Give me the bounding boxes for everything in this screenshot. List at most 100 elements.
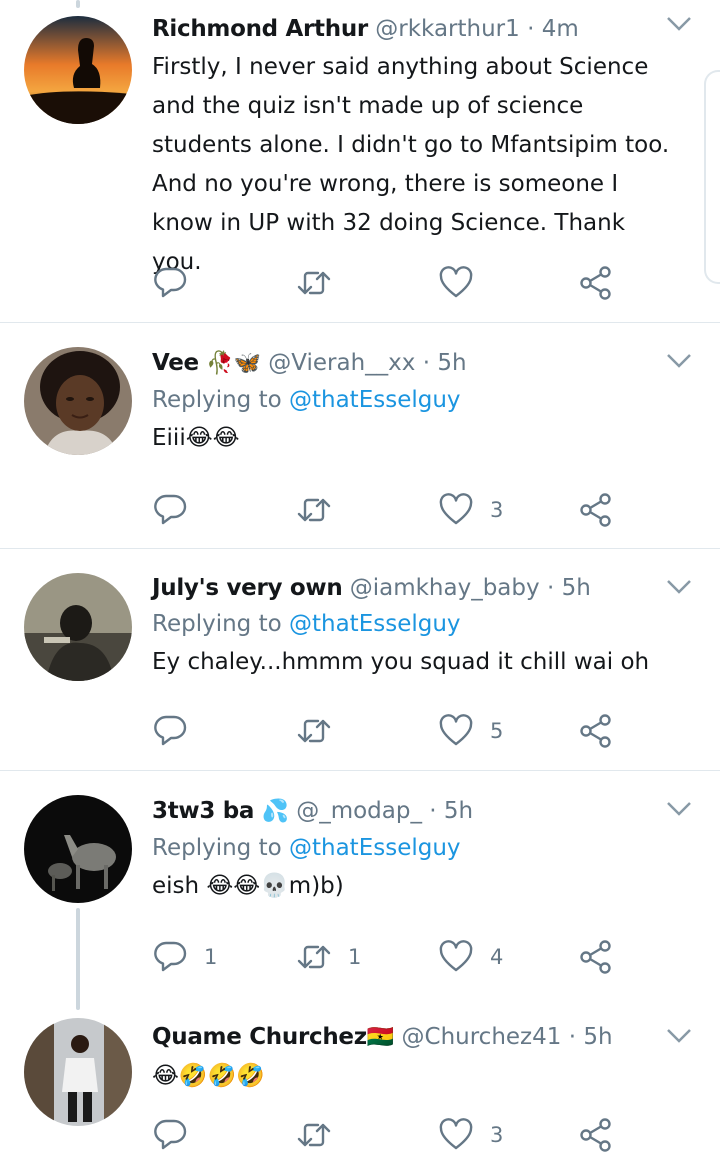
reply-icon bbox=[154, 1119, 187, 1150]
reply-button[interactable] bbox=[152, 490, 204, 530]
reply-count: 1 bbox=[204, 945, 218, 969]
action-bar: 3 bbox=[152, 1115, 620, 1155]
like-icon bbox=[439, 940, 473, 972]
chevron-down-icon[interactable] bbox=[666, 579, 692, 595]
replying-to-label: Replying to bbox=[152, 387, 282, 413]
tweet-text: 😂🤣🤣🤣 bbox=[152, 1063, 265, 1089]
tweet-text: Firstly, I never said anything about Sci… bbox=[152, 54, 670, 275]
share-icon bbox=[580, 714, 611, 748]
retweet-icon bbox=[297, 271, 331, 295]
like-count: 3 bbox=[490, 1123, 504, 1147]
share-button[interactable] bbox=[578, 711, 614, 751]
chevron-down-icon[interactable] bbox=[666, 801, 692, 817]
replying-to-label: Replying to bbox=[152, 611, 282, 637]
timestamp[interactable]: 5h bbox=[583, 1024, 612, 1050]
tweet-header: July's very own @iamkhay_baby · 5h bbox=[152, 571, 680, 605]
timestamp[interactable]: 5h bbox=[444, 798, 473, 824]
user-handle[interactable]: @Vierah__xx bbox=[268, 350, 415, 376]
share-button[interactable] bbox=[578, 937, 614, 977]
tweet-header: Richmond Arthur @rkkarthur1 · 4m bbox=[152, 12, 680, 46]
chevron-down-icon[interactable] bbox=[666, 16, 692, 32]
name-emoji: 🇬🇭 bbox=[366, 1025, 395, 1050]
separator-dot: · bbox=[429, 798, 437, 824]
display-name[interactable]: Vee bbox=[152, 350, 199, 376]
avatar[interactable] bbox=[24, 347, 132, 455]
tweet-text: Ey chaley...hmmm you squad it chill wai … bbox=[152, 649, 650, 675]
timestamp[interactable]: 4m bbox=[542, 16, 579, 42]
reply-button[interactable] bbox=[152, 711, 204, 751]
share-button[interactable] bbox=[578, 490, 614, 530]
mention-link[interactable]: @thatEsselguy bbox=[289, 835, 461, 861]
reply-icon bbox=[154, 941, 187, 972]
action-bar: 3 bbox=[152, 490, 620, 530]
action-bar: 1 1 4 bbox=[152, 937, 620, 977]
chevron-down-icon[interactable] bbox=[666, 1028, 692, 1044]
avatar[interactable] bbox=[24, 573, 132, 681]
share-button[interactable] bbox=[578, 263, 614, 303]
separator-dot: · bbox=[527, 16, 535, 42]
timestamp[interactable]: 5h bbox=[437, 350, 466, 376]
share-icon bbox=[580, 493, 611, 527]
share-icon bbox=[580, 1118, 611, 1152]
tweet-header: 3tw3 ba 💦 @_modap_ · 5h bbox=[152, 794, 680, 829]
reply-icon bbox=[154, 494, 187, 525]
like-icon bbox=[439, 1118, 473, 1150]
avatar[interactable] bbox=[24, 1018, 132, 1126]
mention-link[interactable]: @thatEsselguy bbox=[289, 387, 461, 413]
tweet[interactable]: Vee 🥀🦋 @Vierah__xx · 5h Replying to @tha… bbox=[0, 323, 720, 549]
retweet-button[interactable] bbox=[296, 490, 348, 530]
like-button[interactable]: 4 bbox=[438, 937, 503, 977]
user-handle[interactable]: @Churchez41 bbox=[402, 1024, 562, 1050]
avatar[interactable] bbox=[24, 795, 132, 903]
retweet-button[interactable]: 1 bbox=[296, 937, 361, 977]
avatar[interactable] bbox=[24, 16, 132, 124]
separator-dot: · bbox=[568, 1024, 577, 1050]
tweet-header: Vee 🥀🦋 @Vierah__xx · 5h bbox=[152, 346, 680, 381]
chevron-down-icon[interactable] bbox=[666, 353, 692, 369]
user-handle[interactable]: @iamkhay_baby bbox=[350, 575, 540, 601]
name-emoji: 🥀🦋 bbox=[206, 351, 261, 376]
like-count: 4 bbox=[490, 945, 504, 969]
like-icon bbox=[439, 714, 473, 746]
tweet-header: Quame Churchez🇬🇭 @Churchez41 · 5h bbox=[152, 1020, 680, 1055]
reply-icon bbox=[154, 267, 187, 298]
like-button[interactable]: 3 bbox=[438, 1115, 503, 1155]
reply-button[interactable] bbox=[152, 263, 204, 303]
like-button[interactable]: 5 bbox=[438, 711, 503, 751]
like-button[interactable] bbox=[438, 263, 490, 303]
action-bar bbox=[152, 263, 620, 303]
display-name[interactable]: July's very own bbox=[152, 575, 343, 601]
retweet-button[interactable] bbox=[296, 263, 348, 303]
reply-button[interactable]: 1 bbox=[152, 937, 217, 977]
separator-dot: · bbox=[422, 350, 431, 376]
display-name[interactable]: 3tw3 ba bbox=[152, 798, 254, 824]
tweet-text: eish 😂😂💀m)b) bbox=[152, 873, 344, 899]
like-button[interactable]: 3 bbox=[438, 490, 503, 530]
user-handle[interactable]: @_modap_ bbox=[296, 798, 422, 824]
share-icon bbox=[580, 266, 611, 300]
retweet-button[interactable] bbox=[296, 711, 348, 751]
retweet-icon bbox=[297, 1123, 331, 1147]
display-name[interactable]: Richmond Arthur bbox=[152, 16, 368, 42]
reply-icon bbox=[154, 715, 187, 746]
reply-button[interactable] bbox=[152, 1115, 204, 1155]
share-icon bbox=[580, 940, 611, 974]
like-count: 3 bbox=[490, 498, 504, 522]
retweet-icon bbox=[297, 945, 331, 969]
tweet[interactable]: 3tw3 ba 💦 @_modap_ · 5h Replying to @tha… bbox=[0, 771, 720, 1003]
retweet-count: 1 bbox=[348, 945, 362, 969]
tweet[interactable]: Quame Churchez🇬🇭 @Churchez41 · 5h 😂🤣🤣🤣 3 bbox=[0, 1004, 720, 1164]
retweet-button[interactable] bbox=[296, 1115, 348, 1155]
like-icon bbox=[439, 266, 473, 298]
mention-link[interactable]: @thatEsselguy bbox=[289, 611, 461, 637]
replying-to: Replying to @thatEsselguy bbox=[152, 381, 680, 419]
replying-to: Replying to @thatEsselguy bbox=[152, 605, 680, 643]
user-handle[interactable]: @rkkarthur1 bbox=[375, 16, 520, 42]
tweet[interactable]: July's very own @iamkhay_baby · 5h Reply… bbox=[0, 549, 720, 771]
tweet[interactable]: Richmond Arthur @rkkarthur1 · 4m Firstly… bbox=[0, 0, 720, 323]
display-name[interactable]: Quame Churchez bbox=[152, 1024, 367, 1050]
timestamp[interactable]: 5h bbox=[562, 575, 591, 601]
like-icon bbox=[439, 493, 473, 525]
action-bar: 5 bbox=[152, 711, 620, 751]
share-button[interactable] bbox=[578, 1115, 614, 1155]
